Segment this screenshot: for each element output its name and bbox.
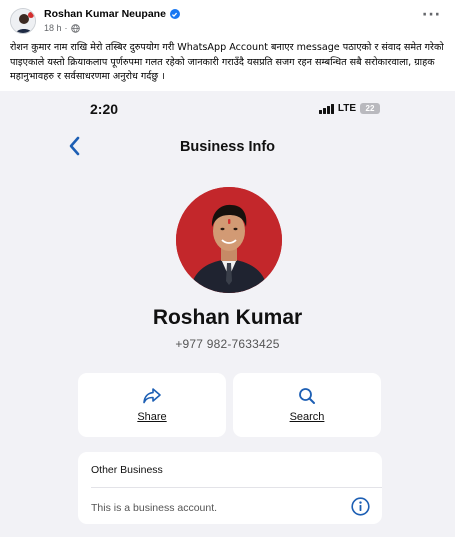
author-avatar[interactable] — [10, 8, 36, 34]
avatar-image — [11, 9, 35, 33]
network-type: LTE — [337, 103, 356, 114]
battery-icon: 22 — [360, 103, 380, 114]
share-button[interactable]: Share — [78, 373, 226, 437]
post-author[interactable]: Roshan Kumar Neupane — [44, 8, 180, 20]
business-info-card: Other Business This is a business accoun… — [78, 452, 382, 524]
battery-level: 22 — [365, 104, 375, 113]
globe-icon — [70, 23, 80, 33]
verified-badge-icon — [169, 9, 180, 19]
share-icon — [143, 388, 161, 404]
author-name[interactable]: Roshan Kumar Neupane — [44, 8, 166, 20]
profile-phone[interactable]: +977 982-7633425 — [0, 337, 455, 351]
attached-screenshot[interactable]: 2:20 LTE 22 Business Info Roshan Kumar +… — [0, 91, 455, 537]
facebook-post: Roshan Kumar Neupane 18 h · ··· रोशन कुम… — [0, 0, 455, 537]
share-label[interactable]: Share — [137, 411, 166, 423]
search-icon — [299, 388, 315, 404]
business-account-text: This is a business account. — [91, 502, 218, 514]
other-business-title: Other Business — [91, 464, 163, 476]
profile-photo[interactable] — [176, 187, 282, 293]
post-meta: 18 h · — [44, 23, 80, 33]
post-time[interactable]: 18 h — [44, 23, 62, 33]
search-button[interactable]: Search — [233, 373, 381, 437]
search-label[interactable]: Search — [290, 411, 325, 423]
status-indicators: LTE 22 — [319, 103, 380, 114]
info-divider — [91, 487, 382, 488]
post-body-text: रोशन कुमार नाम राखि मेरो तस्बिर दुरुपयोग… — [10, 42, 444, 82]
signal-icon — [319, 103, 334, 114]
profile-name: Roshan Kumar — [152, 306, 303, 329]
meta-separator: · — [64, 23, 68, 33]
more-options-button[interactable]: ··· — [422, 8, 441, 22]
profile-image — [176, 187, 282, 293]
nav-title: Business Info — [179, 139, 276, 155]
info-icon — [351, 497, 370, 516]
status-time: 2:20 — [90, 101, 119, 117]
info-button[interactable] — [351, 497, 370, 516]
